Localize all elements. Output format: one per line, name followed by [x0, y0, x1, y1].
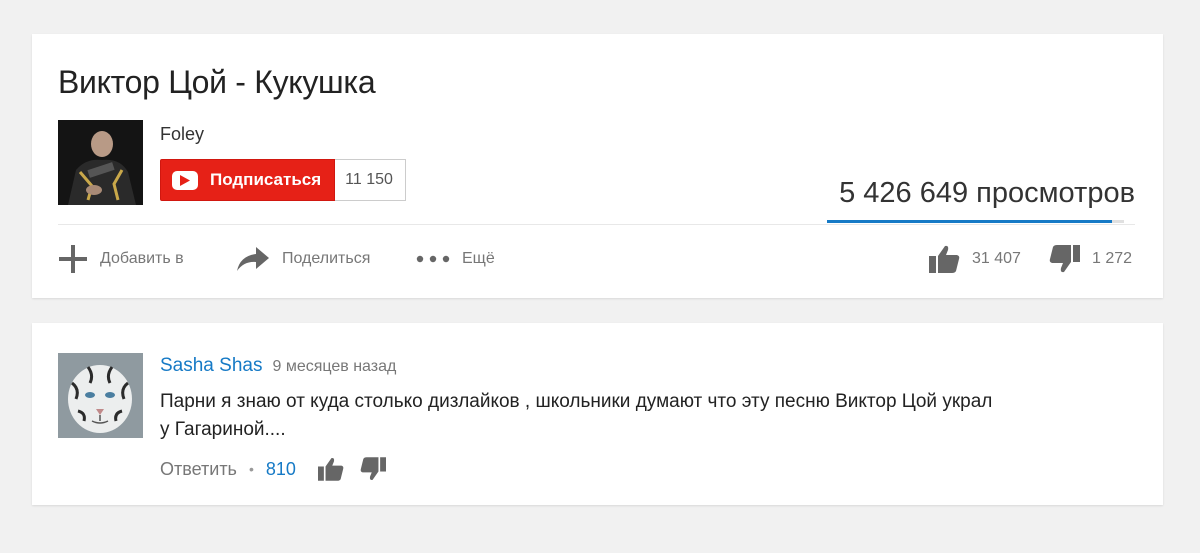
plus-icon	[58, 245, 88, 273]
share-arrow-icon	[236, 246, 270, 272]
comment-text-line: Парни я знаю от куда столько дизлайков ,…	[160, 391, 993, 412]
like-button[interactable]: 31 407	[929, 245, 1021, 273]
more-label: Ещё	[462, 250, 495, 267]
video-info-card: Виктор Цой - Кукушка Foley Подписаться 1…	[32, 34, 1163, 298]
channel-name[interactable]: Foley	[160, 124, 204, 145]
subscriber-count: 11 150	[335, 159, 406, 201]
thumbs-down-icon[interactable]	[360, 457, 386, 481]
comment-card: Sasha Shas 9 месяцев назад Парни я знаю …	[32, 323, 1163, 505]
thumbs-up-icon	[929, 245, 960, 273]
commenter-avatar[interactable]	[58, 353, 143, 438]
reply-button[interactable]: Ответить	[160, 459, 237, 480]
dislike-button[interactable]: 1 272	[1049, 245, 1132, 273]
more-button[interactable]: Ещё	[416, 245, 495, 273]
thumbs-down-icon	[1049, 245, 1080, 273]
view-count: 5 426 649 просмотров	[839, 177, 1135, 209]
like-ratio-fill	[827, 220, 1113, 223]
subscribe-group: Подписаться 11 150	[160, 159, 406, 201]
separator-dot: •	[248, 461, 254, 477]
dislike-count: 1 272	[1092, 250, 1133, 267]
video-title: Виктор Цой - Кукушка	[58, 64, 376, 100]
comment-header: Sasha Shas 9 месяцев назад	[160, 355, 396, 377]
thumbs-up-icon[interactable]	[317, 457, 344, 481]
like-ratio-bar	[827, 220, 1124, 223]
divider	[58, 224, 1135, 225]
comment-text: Парни я знаю от куда столько дизлайков ,…	[160, 388, 1090, 444]
share-label: Поделиться	[282, 250, 371, 267]
comment-like-count: 810	[265, 458, 296, 479]
youtube-play-icon	[172, 170, 198, 190]
add-to-label: Добавить в	[100, 250, 184, 267]
share-button[interactable]: Поделиться	[236, 245, 370, 273]
more-dots-icon	[416, 255, 450, 263]
subscribe-label: Подписаться	[210, 170, 322, 189]
add-to-button[interactable]: Добавить в	[58, 245, 184, 273]
comment-text-line: у Гагариной....	[160, 419, 286, 440]
channel-avatar[interactable]	[58, 120, 143, 205]
comment-actions: Ответить • 810	[160, 457, 402, 481]
subscribe-button[interactable]: Подписаться	[160, 159, 336, 201]
comment-time[interactable]: 9 месяцев назад	[272, 358, 396, 376]
like-count: 31 407	[972, 250, 1021, 267]
comment-author[interactable]: Sasha Shas	[160, 355, 262, 377]
